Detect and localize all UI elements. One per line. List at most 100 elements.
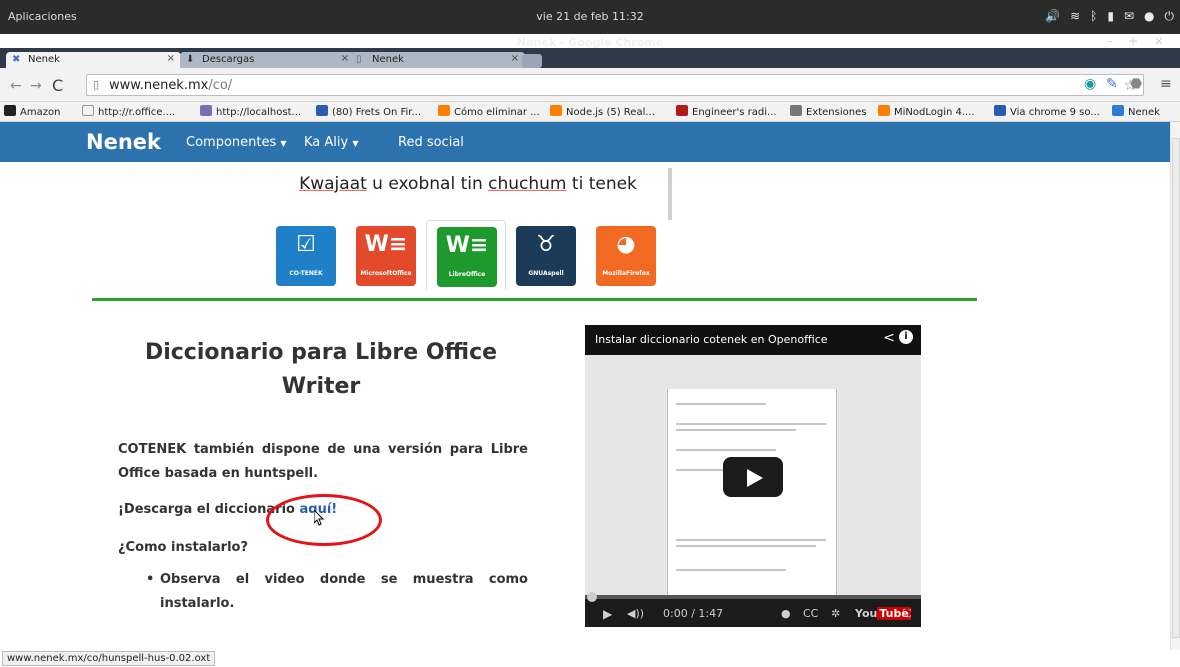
url-path: /co/ (208, 78, 233, 93)
puzzle-icon (790, 105, 802, 116)
adblock-icon[interactable]: ⬣ (1130, 76, 1142, 92)
bookmark-frets[interactable]: (80) Frets On Fir... (316, 105, 421, 118)
app-label: LibreOffice (448, 271, 486, 278)
back-icon[interactable]: ← (10, 78, 22, 94)
bookmark-extensiones[interactable]: Extensiones (790, 105, 866, 118)
battery-icon[interactable]: ▮ (1107, 8, 1114, 24)
extension-c-icon[interactable]: ◉ (1084, 76, 1096, 92)
system-clock[interactable]: vie 21 de feb 11:32 (0, 10, 1180, 23)
bookmark-r-office[interactable]: http://r.office.... (82, 105, 175, 118)
bookmark-label: Cómo eliminar ... (454, 107, 540, 118)
intro-paragraph: COTENEK también dispone de una versión p… (118, 442, 528, 481)
video-progress-bar[interactable] (585, 592, 921, 602)
eyedropper-icon[interactable]: ✎ (1106, 76, 1118, 92)
bookmark-label: Node.js (5) Real... (566, 107, 655, 118)
check-icon: ☑ (296, 232, 316, 257)
close-tab-icon[interactable]: × (341, 53, 349, 64)
thumb-line (676, 449, 776, 451)
scrollbar-thumb[interactable] (1172, 138, 1180, 638)
tab-descargas[interactable]: ⬇ Descargas × (180, 52, 355, 68)
wifi-icon[interactable]: ≋ (1070, 8, 1080, 24)
system-top-bar: Aplicaciones vie 21 de feb 11:32 🔊 ≋ ᛒ ▮… (0, 0, 1180, 49)
bookmark-nodejs[interactable]: Node.js (5) Real... (550, 105, 655, 118)
new-tab-button[interactable] (522, 54, 542, 68)
tab-nenek-1[interactable]: ✖ Nenek × (6, 52, 181, 68)
thumb-line (676, 569, 786, 571)
localhost-icon (200, 105, 212, 116)
close-tab-icon[interactable]: × (511, 53, 519, 64)
banner-word: u exobnal tin (366, 174, 489, 194)
bluetooth-icon[interactable]: ᛒ (1090, 8, 1097, 24)
gnu-head-icon: ♉ (536, 232, 556, 257)
video-player[interactable]: Instalar diccionario cotenek en Openoffi… (585, 325, 921, 627)
word-doc-icon: W≡ (364, 232, 408, 257)
share-icon[interactable]: < (883, 330, 895, 346)
tab-co-tenek[interactable]: ☑ CO-TENEK (266, 220, 346, 290)
bookmark-como-eliminar[interactable]: Cómo eliminar ... (438, 105, 540, 118)
app-label: GNUAspell (528, 270, 564, 277)
progress-handle[interactable] (587, 592, 597, 602)
bookmark-nenek[interactable]: Nenek (1112, 105, 1160, 118)
bookmark-via-chrome[interactable]: Via chrome 9 so... (994, 105, 1100, 118)
tab-libreoffice[interactable]: W≡ LibreOffice (426, 220, 506, 290)
address-bar[interactable]: ▯ www.nenek.mx/co/ ☆ (86, 74, 1144, 96)
nav-red-social[interactable]: Red social (398, 135, 464, 150)
banner-word: chuchum (488, 174, 567, 194)
banner-word: ti tenek (566, 174, 637, 194)
bookmarks-bar: Amazon http://r.office.... http://localh… (0, 102, 1180, 122)
writer-doc-icon: W≡ (445, 233, 489, 258)
thumb-line (676, 403, 766, 405)
settings-gear-icon[interactable]: ✲ (831, 607, 840, 620)
clock-icon[interactable]: ● (781, 607, 791, 620)
bookmark-label: Nenek (1128, 107, 1160, 118)
play-icon (747, 469, 763, 487)
bookmark-minodlogin[interactable]: MiNodLogin 4.... (878, 105, 975, 118)
tab-label: Descargas (202, 54, 255, 65)
site-brand[interactable]: Nenek (86, 130, 161, 154)
system-tray: 🔊 ≋ ᛒ ▮ ✉ ● ⏻ (1045, 8, 1174, 24)
page-scrollbar[interactable] (1170, 122, 1180, 650)
power-icon[interactable]: ⏻ (1165, 8, 1175, 24)
status-bar-url: www.nenek.mx/co/hunspell-hus-0.02.oxt (2, 651, 216, 666)
libreoffice-writer-icon: W≡ LibreOffice (437, 227, 497, 287)
video-frame (585, 355, 921, 595)
url-text[interactable]: www.nenek.mx/co/ (109, 78, 232, 93)
tab-nenek-2[interactable]: ▯ Nenek × (350, 52, 525, 68)
menu-icon[interactable]: ≡ (1160, 76, 1172, 92)
tab-microsoft-office[interactable]: W≡ MicrosoftOffice (346, 220, 426, 290)
user-icon[interactable]: ● (1144, 8, 1154, 24)
app-tabs: ☑ CO-TENEK W≡ MicrosoftOffice W≡ LibreOf… (266, 220, 666, 290)
video-title[interactable]: Instalar diccionario cotenek en Openoffi… (595, 333, 828, 346)
bookmark-localhost[interactable]: http://localhost... (200, 105, 301, 118)
page-viewport: Nenek Componentes ▼ Ka Aliy ▼ Red social… (0, 122, 1170, 650)
page-title: Diccionario para Libre Office Writer (144, 340, 498, 399)
play-small-icon[interactable]: ▶ (603, 607, 612, 621)
amazon-icon (4, 105, 16, 116)
nav-label: Componentes (186, 135, 277, 150)
nav-componentes[interactable]: Componentes ▼ (186, 135, 287, 150)
tab-gnu-aspell[interactable]: ♉ GNUAspell (506, 220, 586, 290)
bullet-text: Observa el video donde se muestra como i… (160, 572, 528, 611)
captions-icon[interactable]: CC (803, 607, 818, 620)
tab-strip: ✖ Nenek × ⬇ Descargas × ▯ Nenek × (0, 48, 1180, 68)
close-tab-icon[interactable]: × (167, 53, 175, 64)
mail-icon[interactable]: ✉ (1124, 8, 1134, 24)
forward-icon[interactable]: → (30, 78, 42, 94)
reload-icon[interactable]: C (52, 76, 63, 95)
tab-mozilla-firefox[interactable]: ◕ MozillaFirefox (586, 220, 666, 290)
window-controls[interactable]: – + × (1106, 34, 1170, 48)
bullet-icon: • (146, 572, 155, 587)
nav-ka-aliy[interactable]: Ka Aliy ▼ (304, 135, 359, 150)
screen: Aplicaciones vie 21 de feb 11:32 🔊 ≋ ᛒ ▮… (0, 0, 1180, 667)
volume-icon[interactable]: ◀)) (627, 607, 644, 620)
play-button[interactable] (723, 457, 783, 497)
banner-word: Kwajaat (299, 174, 367, 194)
info-icon[interactable]: i (899, 330, 913, 344)
tab-label: Nenek (372, 54, 404, 65)
bookmark-amazon[interactable]: Amazon (4, 105, 60, 118)
bookmark-engineer[interactable]: Engineer's radi... (676, 105, 777, 118)
fullscreen-icon[interactable]: ⛶ (903, 607, 911, 621)
nav-label: Ka Aliy (304, 135, 349, 150)
volume-icon[interactable]: 🔊 (1045, 8, 1060, 24)
blogger-icon (878, 105, 890, 116)
